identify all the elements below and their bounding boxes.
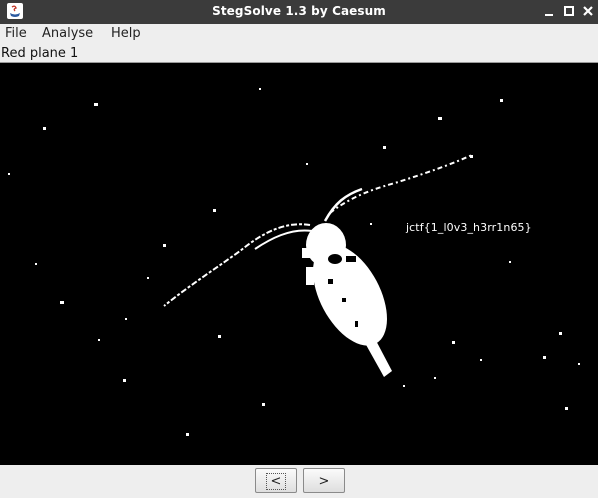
next-button[interactable]: > xyxy=(303,468,345,493)
flag-text: jctf{1_l0v3_h3rr1n65} xyxy=(406,221,532,234)
plankton-creature xyxy=(302,223,392,377)
bit-plane-image xyxy=(8,88,580,436)
next-button-label: > xyxy=(318,474,330,489)
menu-file[interactable]: File xyxy=(5,26,27,41)
title-bar: StegSolve 1.3 by Caesum xyxy=(0,0,598,24)
noise-specks xyxy=(8,88,580,436)
window-title: StegSolve 1.3 by Caesum xyxy=(212,4,386,18)
image-viewport[interactable]: jctf{1_l0v3_h3rr1n65} xyxy=(0,62,598,465)
close-icon[interactable] xyxy=(580,3,596,19)
menu-help[interactable]: Help xyxy=(111,26,141,41)
menu-bar: File Analyse Help xyxy=(0,24,598,46)
maximize-icon[interactable] xyxy=(561,3,577,19)
plane-label: Red plane 1 xyxy=(1,46,79,61)
previous-button[interactable]: < xyxy=(255,468,297,493)
menu-analyse[interactable]: Analyse xyxy=(42,26,93,41)
previous-button-label: < xyxy=(265,473,287,490)
minimize-icon[interactable] xyxy=(541,3,557,19)
